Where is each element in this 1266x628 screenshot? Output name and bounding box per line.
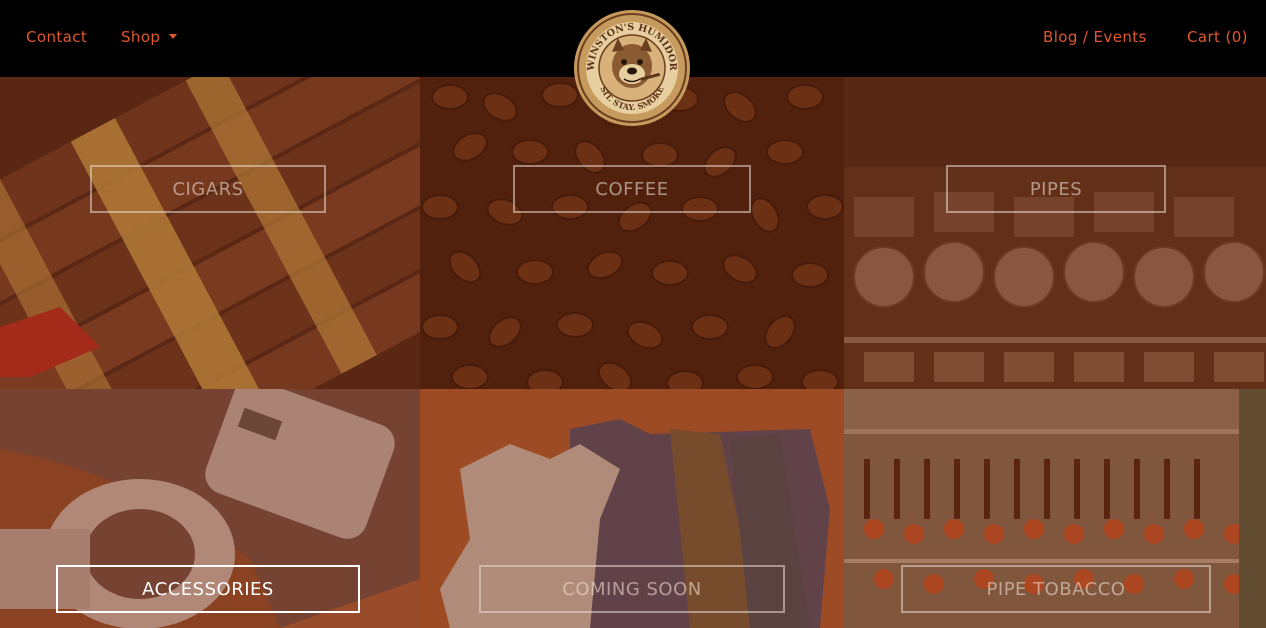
nav-shop-label: Shop xyxy=(121,28,161,46)
nav-contact-link[interactable]: Contact xyxy=(26,28,87,46)
nav-blog-events-link[interactable]: Blog / Events xyxy=(1043,28,1147,46)
chevron-down-icon xyxy=(169,34,178,39)
cigars-button[interactable]: CIGARS xyxy=(90,165,326,213)
pipe-tobacco-button[interactable]: PIPE TOBACCO xyxy=(901,565,1211,613)
nav-shop-menu[interactable]: Shop xyxy=(121,28,178,46)
bulldog-logo-icon: WINSTON'S HUMIDOR SIT. STAY. SMOKE xyxy=(574,10,690,126)
category-tile-coming-soon[interactable]: COMING SOON xyxy=(420,389,844,628)
category-tile-pipe-tobacco[interactable]: PIPE TOBACCO xyxy=(844,389,1266,628)
nav-cart-link[interactable]: Cart (0) xyxy=(1187,28,1248,46)
site-logo[interactable]: WINSTON'S HUMIDOR SIT. STAY. SMOKE xyxy=(572,6,692,132)
coffee-button[interactable]: COFFEE xyxy=(513,165,751,213)
category-tile-pipes[interactable]: PIPES xyxy=(844,77,1266,389)
coming-soon-button[interactable]: COMING SOON xyxy=(479,565,785,613)
category-tile-cigars[interactable]: CIGARS xyxy=(0,77,420,389)
pipes-button[interactable]: PIPES xyxy=(946,165,1166,213)
category-tile-accessories[interactable]: ACCESSORIES xyxy=(0,389,420,628)
accessories-button[interactable]: ACCESSORIES xyxy=(56,565,360,613)
